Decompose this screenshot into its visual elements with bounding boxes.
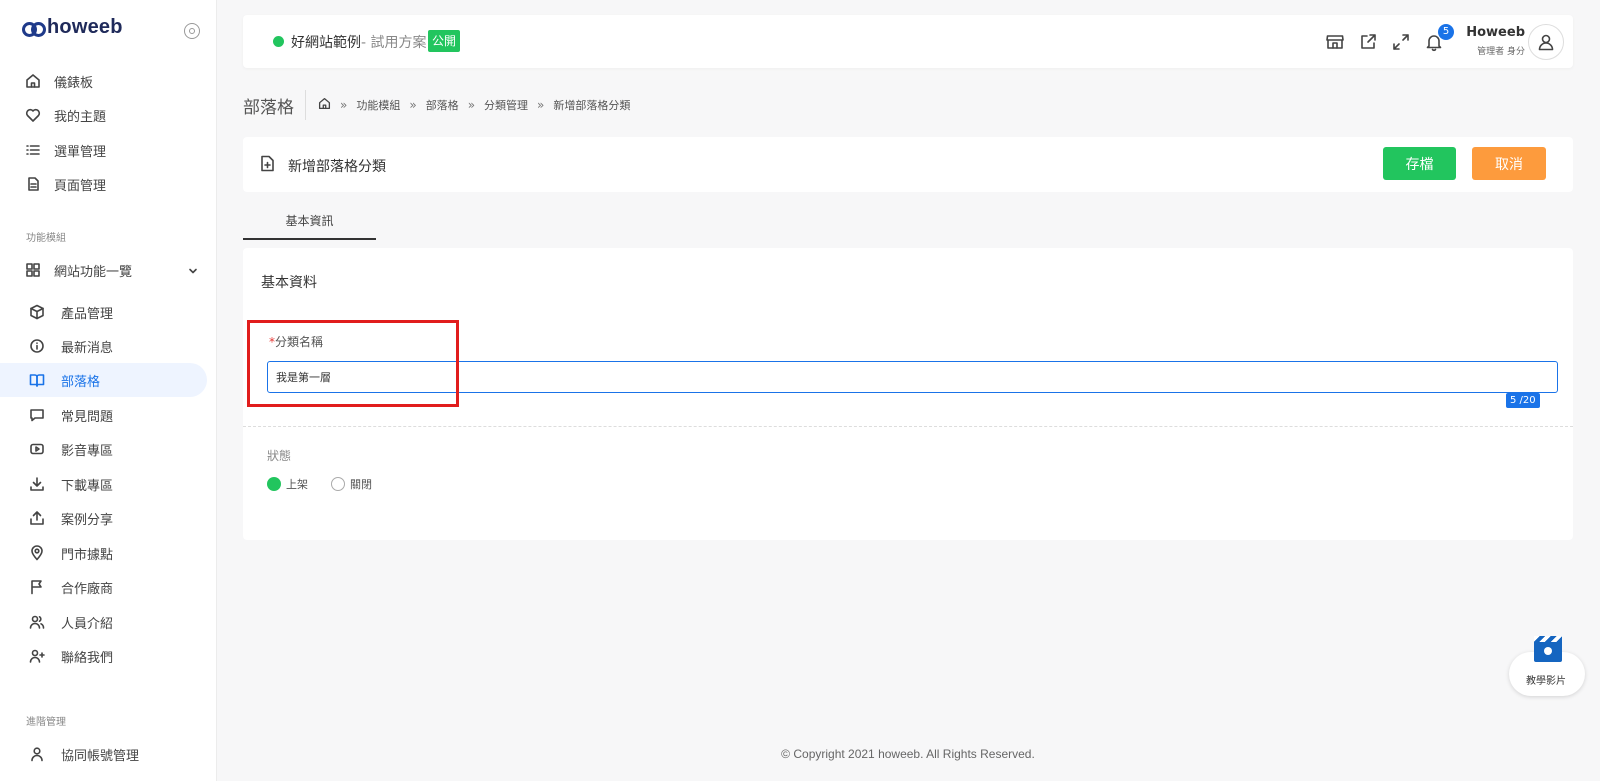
sidebar-item-stores[interactable]: 門市據點 [0, 536, 207, 570]
radio-checked-icon [267, 477, 281, 491]
footer-copyright: © Copyright 2021 howeeb. All Rights Rese… [781, 747, 1035, 761]
site-plan: - 試用方案 [361, 35, 427, 51]
site-name[interactable]: 好網站範例 [291, 32, 361, 52]
breadcrumb-divider [305, 90, 306, 120]
brand-logo[interactable]: howeeb [22, 16, 123, 39]
category-name-input[interactable] [267, 361, 1558, 393]
tab-basic-info[interactable]: 基本資訊 [243, 207, 376, 240]
store-icon[interactable] [1325, 32, 1345, 52]
breadcrumb: » 功能模組 » 部落格 » 分類管理 » 新增部落格分類 [318, 97, 630, 113]
sidebar: howeeb 儀錶板 我的主題 選單管理 頁面管理 功能模組 網站功能一覽 產品… [0, 0, 217, 781]
document-icon [24, 175, 42, 193]
breadcrumb-separator-icon: » [467, 98, 476, 112]
save-button[interactable]: 存檔 [1383, 147, 1456, 180]
status-radio-published[interactable]: 上架 [267, 476, 308, 492]
notification-count-badge: 5 [1438, 24, 1454, 40]
fullscreen-icon[interactable] [1391, 32, 1411, 52]
breadcrumb-separator-icon: » [340, 98, 348, 112]
box-icon [28, 303, 46, 321]
section-label-modules: 功能模組 [26, 233, 66, 244]
section-label-admin: 進階管理 [26, 717, 66, 728]
breadcrumb-item-modules[interactable]: 功能模組 [356, 97, 400, 113]
heart-icon [24, 106, 42, 124]
sidebar-item-news[interactable]: 最新消息 [0, 329, 207, 363]
section-divider [243, 426, 1573, 427]
chat-icon [28, 406, 46, 424]
clapperboard-icon [1534, 636, 1562, 662]
grid-icon [24, 261, 42, 279]
page-title: 部落格 [243, 98, 294, 118]
form-title: 新增部落格分類 [288, 159, 386, 175]
info-icon [28, 337, 46, 355]
public-badge: 公開 [428, 30, 461, 52]
sidebar-item-my-theme[interactable]: 我的主題 [0, 98, 207, 132]
breadcrumb-separator-icon: » [409, 98, 417, 112]
logo-text: howeeb [47, 16, 123, 38]
avatar[interactable] [1528, 24, 1564, 60]
title-card: 新增部落格分類 存檔 取消 [243, 137, 1573, 192]
sidebar-item-video[interactable]: 影音專區 [0, 432, 207, 466]
sidebar-item-blog[interactable]: 部落格 [0, 363, 207, 397]
home-icon [24, 72, 42, 90]
top-header: 好網站範例 - 試用方案 公開 5 Howeeb 管理者 身分 [243, 15, 1573, 68]
char-count-badge: 5 /20 [1506, 393, 1540, 408]
video-icon [28, 440, 46, 458]
user-name: Howeeb [1466, 25, 1525, 40]
user-role: 管理者 身分 [1477, 47, 1525, 57]
sidebar-item-downloads[interactable]: 下載專區 [0, 467, 207, 501]
location-icon [28, 544, 46, 562]
sidebar-collapse-icon[interactable] [184, 23, 200, 39]
download-icon [28, 475, 46, 493]
cancel-button[interactable]: 取消 [1472, 147, 1546, 180]
book-icon [28, 371, 46, 389]
breadcrumb-item-category[interactable]: 分類管理 [484, 97, 528, 113]
user-icon [28, 745, 46, 763]
share-icon [28, 509, 46, 527]
sidebar-group-site-features[interactable]: 網站功能一覽 [0, 253, 207, 287]
sidebar-item-partners[interactable]: 合作廠商 [0, 570, 207, 604]
breadcrumb-item-blog[interactable]: 部落格 [426, 97, 459, 113]
breadcrumb-separator-icon: » [537, 98, 545, 112]
breadcrumb-item-current: 新增部落格分類 [553, 99, 631, 112]
highlight-box [247, 320, 459, 407]
status-label: 狀態 [267, 449, 292, 463]
user-avatar-icon [1538, 34, 1554, 51]
tutorial-label: 教學影片 [1526, 676, 1566, 687]
document-add-icon [260, 155, 275, 176]
section-title: 基本資料 [261, 275, 317, 291]
sidebar-item-products[interactable]: 產品管理 [0, 295, 207, 329]
chevron-down-icon [188, 265, 198, 280]
sidebar-item-cases[interactable]: 案例分享 [0, 501, 207, 535]
sidebar-item-faq[interactable]: 常見問題 [0, 398, 207, 432]
site-status-dot [273, 36, 284, 47]
sidebar-item-contact[interactable]: 聯絡我們 [0, 639, 207, 673]
flag-icon [28, 578, 46, 596]
list-icon [24, 141, 42, 159]
sidebar-item-staff[interactable]: 人員介紹 [0, 605, 207, 639]
user-plus-icon [28, 647, 46, 665]
external-link-icon[interactable] [1358, 32, 1378, 52]
tutorial-video-button[interactable]: 教學影片 [1505, 634, 1587, 700]
sidebar-item-pages[interactable]: 頁面管理 [0, 167, 207, 201]
status-radio-closed[interactable]: 關閉 [331, 476, 372, 492]
sidebar-item-dashboard[interactable]: 儀錶板 [0, 64, 207, 98]
sidebar-item-menu[interactable]: 選單管理 [0, 133, 207, 167]
home-icon[interactable] [318, 97, 331, 113]
sidebar-item-collab-accounts[interactable]: 協同帳號管理 [0, 737, 207, 771]
users-icon [28, 613, 46, 631]
radio-unchecked-icon [331, 477, 345, 491]
infinity-logo-icon [22, 21, 46, 37]
